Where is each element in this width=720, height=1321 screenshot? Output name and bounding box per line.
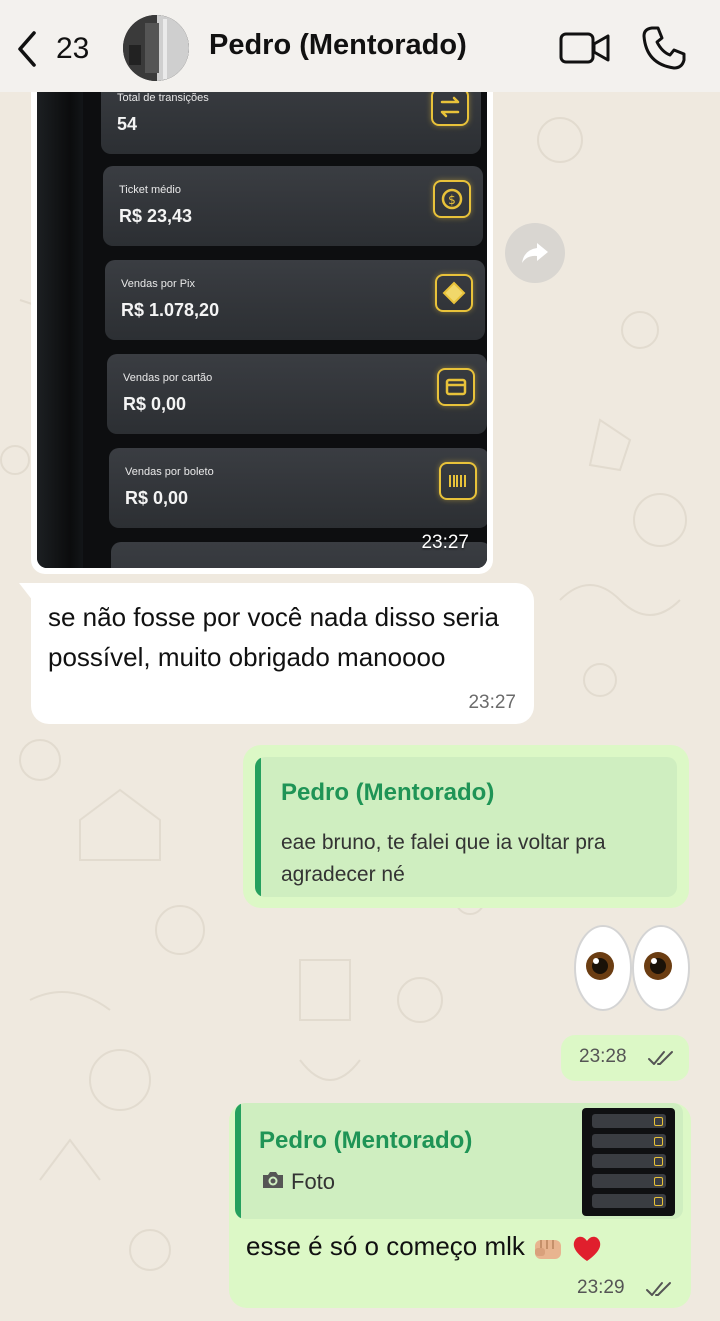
quoted-photo-thumbnail: [582, 1108, 675, 1216]
message-time: 23:27: [468, 692, 516, 713]
voice-call-button[interactable]: [640, 24, 688, 72]
svg-text:$: $: [448, 193, 456, 207]
chat-title[interactable]: Pedro (Mentorado): [209, 29, 467, 62]
photo-image[interactable]: Total de transições 54 Ticket médio R$ 2…: [37, 80, 487, 568]
double-check-icon: [646, 1282, 671, 1296]
stat-card-boleto: Vendas por boleto R$ 0,00: [109, 448, 487, 528]
quoted-message[interactable]: Pedro (Mentorado) eae bruno, te falei qu…: [255, 757, 677, 897]
unread-count: 23: [56, 32, 90, 65]
coin-icon: $: [433, 180, 471, 218]
avatar[interactable]: [123, 15, 189, 81]
video-camera-icon: [559, 32, 610, 64]
incoming-message[interactable]: se não fosse por você nada disso seria p…: [19, 583, 534, 724]
barcode-icon: [439, 462, 477, 500]
message-body: esse é só o começo mlk: [246, 1231, 525, 1261]
video-call-button[interactable]: [558, 26, 612, 70]
quoted-sender: Pedro (Mentorado): [259, 1127, 473, 1154]
message-text: esse é só o começo mlk: [246, 1231, 603, 1263]
stat-label: Ticket médio: [119, 184, 181, 196]
forward-button[interactable]: [505, 223, 565, 283]
stat-value: 54: [117, 114, 138, 134]
stat-value: R$ 0,00: [125, 488, 189, 508]
quote-accent-bar: [255, 757, 261, 897]
card-icon: [437, 368, 475, 406]
quoted-message[interactable]: Pedro (Mentorado) Foto: [235, 1103, 683, 1219]
message-time: 23:29: [577, 1277, 625, 1298]
stat-label: Vendas por Pix: [121, 278, 195, 290]
emoji-message-meta: 23:28: [561, 1035, 689, 1081]
quoted-text: eae bruno, te falei que ia voltar pra ag…: [281, 831, 606, 886]
red-heart-emoji: [574, 1236, 601, 1262]
double-check-icon: [648, 1051, 673, 1065]
eyes-emoji[interactable]: [572, 922, 692, 1014]
chat-header: 23 Pedro (Mentorado): [0, 0, 720, 92]
stat-value: R$ 0,00: [123, 394, 187, 414]
stat-value: R$ 23,43: [119, 206, 193, 226]
stat-label: Vendas por cartão: [123, 372, 213, 384]
stat-label: Total de transições: [117, 92, 209, 104]
bubble-tail: [19, 583, 33, 601]
stat-label: Vendas por boleto: [125, 466, 214, 478]
dashboard-screen: Total de transições 54 Ticket médio R$ 2…: [83, 80, 487, 568]
photo-message[interactable]: Total de transições 54 Ticket médio R$ 2…: [31, 80, 493, 574]
swap-arrows-icon: [431, 88, 469, 126]
message-time: 23:27: [421, 532, 469, 553]
message-time: 23:28: [579, 1046, 627, 1067]
stat-card-pix: Vendas por Pix R$ 1.078,20: [105, 260, 485, 340]
pix-icon: [435, 274, 473, 312]
back-button[interactable]: 23: [12, 24, 102, 74]
outgoing-reply-message[interactable]: Pedro (Mentorado) Foto esse é só o começ…: [229, 1103, 691, 1308]
stat-card-ticket: Ticket médio R$ 23,43 $: [103, 166, 483, 246]
phone-icon: [642, 26, 686, 70]
camera-icon: [263, 1172, 283, 1188]
stat-value: R$ 1.078,20: [121, 300, 220, 320]
quoted-sender: Pedro (Mentorado): [281, 779, 495, 806]
quoted-text: Foto: [291, 1169, 336, 1194]
quote-accent-bar: [235, 1103, 241, 1219]
stat-card-card: Vendas por cartão R$ 0,00: [107, 354, 487, 434]
chevron-left-icon: [18, 31, 36, 67]
outgoing-reply-message[interactable]: Pedro (Mentorado) eae bruno, te falei qu…: [243, 745, 689, 908]
photo-background: [37, 80, 85, 568]
fist-emoji: [535, 1240, 562, 1260]
message-text: se não fosse por você nada disso seria p…: [48, 602, 499, 672]
forward-arrow-icon: [522, 243, 548, 263]
